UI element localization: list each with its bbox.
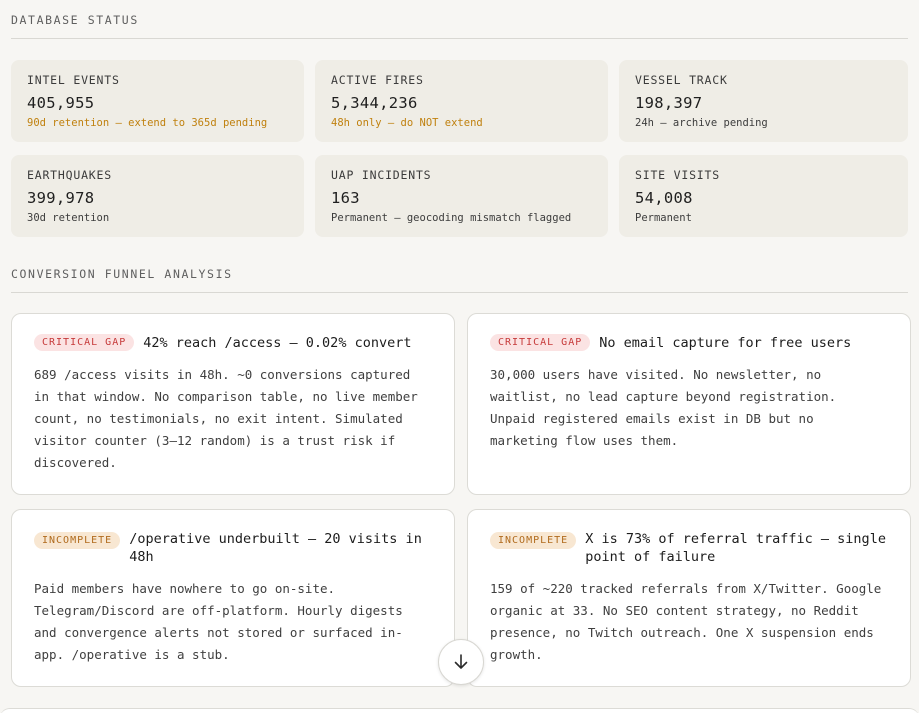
stat-note: 90d retention — extend to 365d pending xyxy=(27,117,268,129)
dashboard-page: DATABASE STATUS INTEL EVENTS 405,955 90d… xyxy=(0,0,919,713)
stat-value: 399,978 xyxy=(27,189,95,207)
stat-note: 24h — archive pending xyxy=(635,117,768,129)
conversion-funnel-heading: CONVERSION FUNNEL ANALYSIS xyxy=(11,267,908,293)
card-body: 159 of ~220 tracked referrals from X/Twi… xyxy=(490,581,882,662)
stat-card-earthquakes: EARTHQUAKES 399,978 30d retention xyxy=(11,155,304,237)
stat-value: 405,955 xyxy=(27,94,95,112)
card-body: Paid members have nowhere to go on-site.… xyxy=(34,581,403,662)
database-status-grid: INTEL EVENTS 405,955 90d retention — ext… xyxy=(11,60,908,237)
status-badge: CRITICAL GAP xyxy=(490,334,591,351)
stat-card-intel-events: INTEL EVENTS 405,955 90d retention — ext… xyxy=(11,60,304,142)
card-body: 30,000 users have visited. No newsletter… xyxy=(490,367,837,448)
funnel-card-email-capture: CRITICAL GAP No email capture for free u… xyxy=(467,313,911,495)
stat-label: EARTHQUAKES xyxy=(27,168,112,182)
stat-note: 48h only — do NOT extend xyxy=(331,117,483,129)
card-body: 689 /access visits in 48h. ~0 conversion… xyxy=(34,367,418,470)
stat-card-uap-incidents: UAP INCIDENTS 163 Permanent — geocoding … xyxy=(315,155,608,237)
card-header: CRITICAL GAP No email capture for free u… xyxy=(490,334,888,352)
card-header: INCOMPLETE /operative underbuilt — 20 vi… xyxy=(34,530,432,566)
stat-label: INTEL EVENTS xyxy=(27,73,120,87)
stat-card-site-visits: SITE VISITS 54,008 Permanent xyxy=(619,155,908,237)
card-title: /operative underbuilt — 20 visits in 48h xyxy=(129,531,422,565)
database-status-heading: DATABASE STATUS xyxy=(11,0,908,39)
card-title: X is 73% of referral traffic — single po… xyxy=(585,531,886,565)
status-badge: CRITICAL GAP xyxy=(34,334,135,351)
stat-note: Permanent — geocoding mismatch flagged xyxy=(331,212,572,224)
stat-label: ACTIVE FIRES xyxy=(331,73,424,87)
status-badge: INCOMPLETE xyxy=(34,532,121,549)
stat-note: Permanent xyxy=(635,212,692,224)
status-badge: INCOMPLETE xyxy=(490,532,577,549)
card-header: INCOMPLETE X is 73% of referral traffic … xyxy=(490,530,888,566)
stat-value: 163 xyxy=(331,189,360,207)
next-card-edge xyxy=(0,708,919,713)
stat-value: 54,008 xyxy=(635,189,693,207)
stat-value: 198,397 xyxy=(635,94,703,112)
stat-card-active-fires: ACTIVE FIRES 5,344,236 48h only — do NOT… xyxy=(315,60,608,142)
card-title: 42% reach /access — 0.02% convert xyxy=(143,335,412,351)
stat-note: 30d retention xyxy=(27,212,110,224)
stat-card-vessel-track: VESSEL TRACK 198,397 24h — archive pendi… xyxy=(619,60,908,142)
stat-label: UAP INCIDENTS xyxy=(331,168,432,182)
stat-label: SITE VISITS xyxy=(635,168,720,182)
conversion-funnel-grid: CRITICAL GAP 42% reach /access — 0.02% c… xyxy=(11,313,911,687)
funnel-card-referral-traffic: INCOMPLETE X is 73% of referral traffic … xyxy=(467,509,911,687)
card-title: No email capture for free users xyxy=(599,335,852,351)
stat-label: VESSEL TRACK xyxy=(635,73,728,87)
funnel-card-operative: INCOMPLETE /operative underbuilt — 20 vi… xyxy=(11,509,455,687)
arrow-down-icon xyxy=(454,654,468,669)
funnel-card-access-conversion: CRITICAL GAP 42% reach /access — 0.02% c… xyxy=(11,313,455,495)
stat-value: 5,344,236 xyxy=(331,94,418,112)
scroll-down-button[interactable] xyxy=(438,639,484,685)
card-header: CRITICAL GAP 42% reach /access — 0.02% c… xyxy=(34,334,432,352)
